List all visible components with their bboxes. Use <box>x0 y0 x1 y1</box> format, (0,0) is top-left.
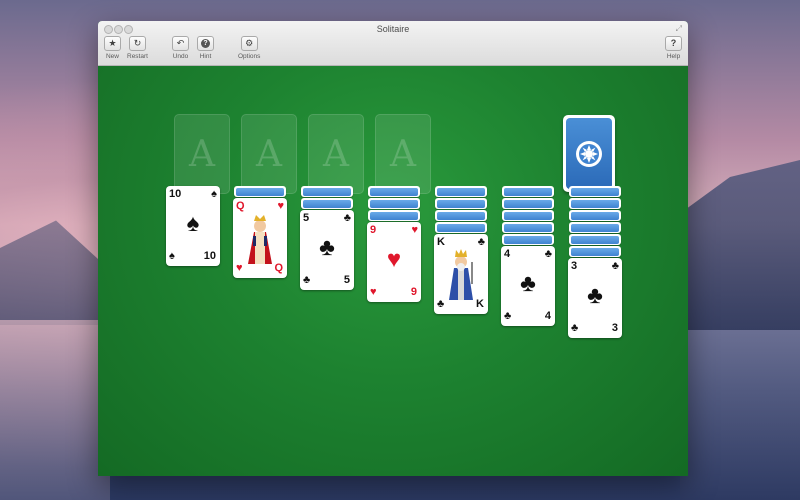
options-label: Options <box>238 53 261 60</box>
face-down-card <box>569 186 621 197</box>
fullscreen-icon[interactable]: ⤢ <box>676 24 682 34</box>
card-rank-top: 3 <box>571 260 578 272</box>
new-label: New <box>105 53 119 60</box>
card-rank-top: 4 <box>504 248 511 260</box>
face-down-card <box>301 186 353 197</box>
restart-button[interactable]: ↻ Restart <box>127 36 148 60</box>
card-suit-bottom: ♠ <box>169 250 175 262</box>
window-title: Solitaire <box>376 24 410 34</box>
tableau-card[interactable]: 5 ♣ ♣ ♣ 5 <box>300 210 354 290</box>
hint-label: Hint <box>199 53 212 60</box>
card-center-suit: ♠ <box>186 210 200 237</box>
options-button[interactable]: ⚙ Options <box>238 36 260 60</box>
tableau-card[interactable]: 10 ♠ ♠ ♠ 10 <box>166 186 220 266</box>
card-suit-top: ♠ <box>211 188 217 200</box>
foundation-pile-1[interactable]: A <box>174 114 230 194</box>
star-icon: ★ <box>104 36 121 51</box>
face-down-card <box>502 198 554 209</box>
new-button[interactable]: ★ New <box>104 36 121 60</box>
tableau-card[interactable]: K ♣ ♣ K <box>434 234 488 314</box>
tableau-card[interactable]: Q ♥ ♥ Q <box>233 198 287 278</box>
help-icon: ? <box>665 36 682 51</box>
card-rank-bottom: 10 <box>203 250 216 262</box>
face-down-card <box>502 210 554 221</box>
card-rank-top: 9 <box>370 224 377 236</box>
tableau-card[interactable]: 9 ♥ ♥ ♥ 9 <box>367 222 421 302</box>
background-lake-right <box>680 330 800 500</box>
card-rank-top: 10 <box>169 188 182 200</box>
card-suit-top: ♥ <box>411 224 418 236</box>
foundation-pile-3[interactable]: A <box>308 114 364 194</box>
card-rank-top: 5 <box>303 212 310 224</box>
foundation-placeholder: A <box>256 133 282 175</box>
card-suit-bottom: ♣ <box>303 274 311 286</box>
restart-label: Restart <box>127 53 148 60</box>
card-center-suit: ♣ <box>319 234 335 261</box>
foundation-pile-4[interactable]: A <box>375 114 431 194</box>
face-down-card <box>569 246 621 257</box>
foundation-pile-2[interactable]: A <box>241 114 297 194</box>
titlebar: Solitaire ⤢ ★ New ↻ Restart ↶ Undo ? Hin… <box>98 21 688 66</box>
card-rank-bottom: 5 <box>343 274 350 286</box>
restart-icon: ↻ <box>128 36 146 51</box>
card-suit-bottom: ♥ <box>370 286 377 298</box>
card-rank-bottom: K <box>476 298 484 310</box>
queen-figure-icon <box>242 212 278 264</box>
card-center-suit: ♥ <box>386 246 402 273</box>
face-down-card <box>435 210 487 221</box>
face-down-card <box>368 186 420 197</box>
card-rank-bottom: 4 <box>544 310 551 322</box>
card-suit-bottom: ♥ <box>236 262 243 274</box>
face-down-card <box>368 210 420 221</box>
card-suit-bottom: ♣ <box>571 322 579 334</box>
card-suit-bottom: ♣ <box>504 310 512 322</box>
tableau-card[interactable]: 3 ♣ ♣ ♣ 3 <box>568 258 622 338</box>
king-figure-icon <box>443 248 479 300</box>
face-down-card <box>301 198 353 209</box>
solitaire-window: Solitaire ⤢ ★ New ↻ Restart ↶ Undo ? Hin… <box>98 21 688 476</box>
face-down-card <box>502 222 554 233</box>
background-lake-left <box>0 320 110 500</box>
card-center-suit: ♣ <box>587 282 603 309</box>
face-down-card <box>569 222 621 233</box>
sun-emblem-icon <box>576 140 602 167</box>
foundation-placeholder: A <box>390 133 416 175</box>
card-suit-top: ♣ <box>343 212 351 224</box>
card-suit-top: ♥ <box>277 200 284 212</box>
hint-icon: ? <box>197 36 214 51</box>
stock-pile[interactable] <box>563 115 615 192</box>
card-suit-bottom: ♣ <box>437 298 445 310</box>
face-down-card <box>435 186 487 197</box>
help-label: Help <box>666 53 681 60</box>
gear-icon: ⚙ <box>240 36 258 51</box>
face-down-card <box>234 186 286 197</box>
face-down-card <box>435 222 487 233</box>
foundation-placeholder: A <box>323 133 349 175</box>
card-rank-top: K <box>437 236 445 248</box>
card-center-suit: ♣ <box>520 270 536 297</box>
face-down-card <box>569 210 621 221</box>
face-down-card <box>502 186 554 197</box>
face-down-card <box>569 198 621 209</box>
card-suit-top: ♣ <box>477 236 485 248</box>
undo-button[interactable]: ↶ Undo <box>172 36 189 60</box>
face-down-card <box>368 198 420 209</box>
help-button[interactable]: ? Help <box>665 36 682 60</box>
undo-label: Undo <box>172 53 189 60</box>
card-rank-bottom: Q <box>274 262 283 274</box>
card-suit-top: ♣ <box>544 248 552 260</box>
undo-icon: ↶ <box>172 36 189 51</box>
card-rank-bottom: 9 <box>410 286 417 298</box>
card-rank-bottom: 3 <box>611 322 618 334</box>
card-rank-top: Q <box>236 200 245 212</box>
foundation-placeholder: A <box>189 133 215 175</box>
hint-button[interactable]: ? Hint <box>197 36 214 60</box>
card-back <box>566 118 612 189</box>
face-down-card <box>435 198 487 209</box>
card-suit-top: ♣ <box>611 260 619 272</box>
face-down-card <box>569 234 621 245</box>
tableau-card[interactable]: 4 ♣ ♣ ♣ 4 <box>501 246 555 326</box>
game-table: A A A A 10 ♠ ♠ ♠ 10 Q ♥ ♥ Q 5 ♣ ♣ ♣ 5 9 … <box>98 66 688 476</box>
face-down-card <box>502 234 554 245</box>
